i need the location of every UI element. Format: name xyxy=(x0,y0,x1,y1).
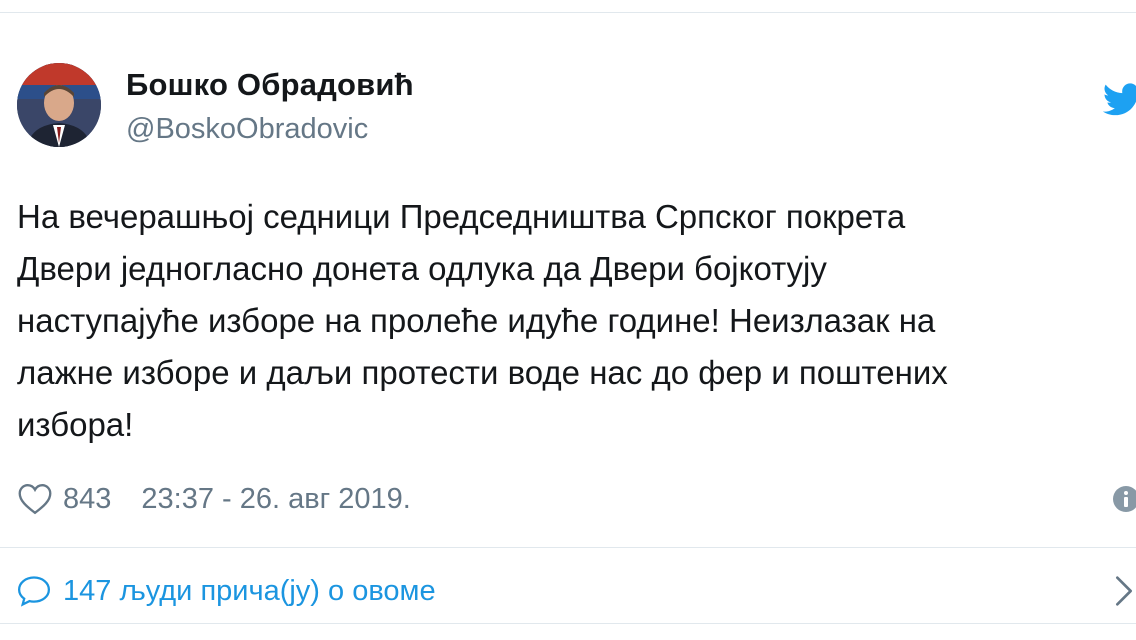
author-avatar[interactable] xyxy=(17,63,101,147)
chevron-right-icon[interactable] xyxy=(1113,575,1135,607)
author-display-name[interactable]: Бошко Обрадовић xyxy=(126,67,414,103)
tweet-card: Бошко Обрадовић @BoskoObradovic На вечер… xyxy=(0,12,1136,624)
tweet-meta: 843 23:37 - 26. авг 2019. xyxy=(17,479,411,519)
heart-outline-icon[interactable] xyxy=(17,483,53,515)
tweet-text-line: Двери једногласно донета одлука да Двери… xyxy=(17,250,827,287)
twitter-bird-icon[interactable] xyxy=(1103,83,1136,117)
speech-bubble-icon xyxy=(17,576,51,607)
like-count[interactable]: 843 xyxy=(63,483,111,516)
info-icon[interactable] xyxy=(1113,486,1136,512)
tweet-text-line: лажне изборе и даљи протести воде нас до… xyxy=(17,354,948,391)
tweet-text: На вечерашњој седници Председништва Српс… xyxy=(17,191,1117,451)
tweet-timestamp[interactable]: 23:37 - 26. авг 2019. xyxy=(141,483,410,516)
divider xyxy=(0,547,1136,548)
conversation-link[interactable]: 147 људи прича(ју) о овоме xyxy=(17,571,436,611)
conversation-label[interactable]: 147 људи прича(ју) о овоме xyxy=(63,575,436,608)
avatar-image xyxy=(17,63,101,147)
author-handle[interactable]: @BoskoObradovic xyxy=(126,113,368,146)
tweet-text-line: избора! xyxy=(17,406,134,443)
tweet-text-line: На вечерашњој седници Председништва Српс… xyxy=(17,198,906,235)
tweet-text-line: наступајуће изборе на пролеће идуће годи… xyxy=(17,302,936,339)
